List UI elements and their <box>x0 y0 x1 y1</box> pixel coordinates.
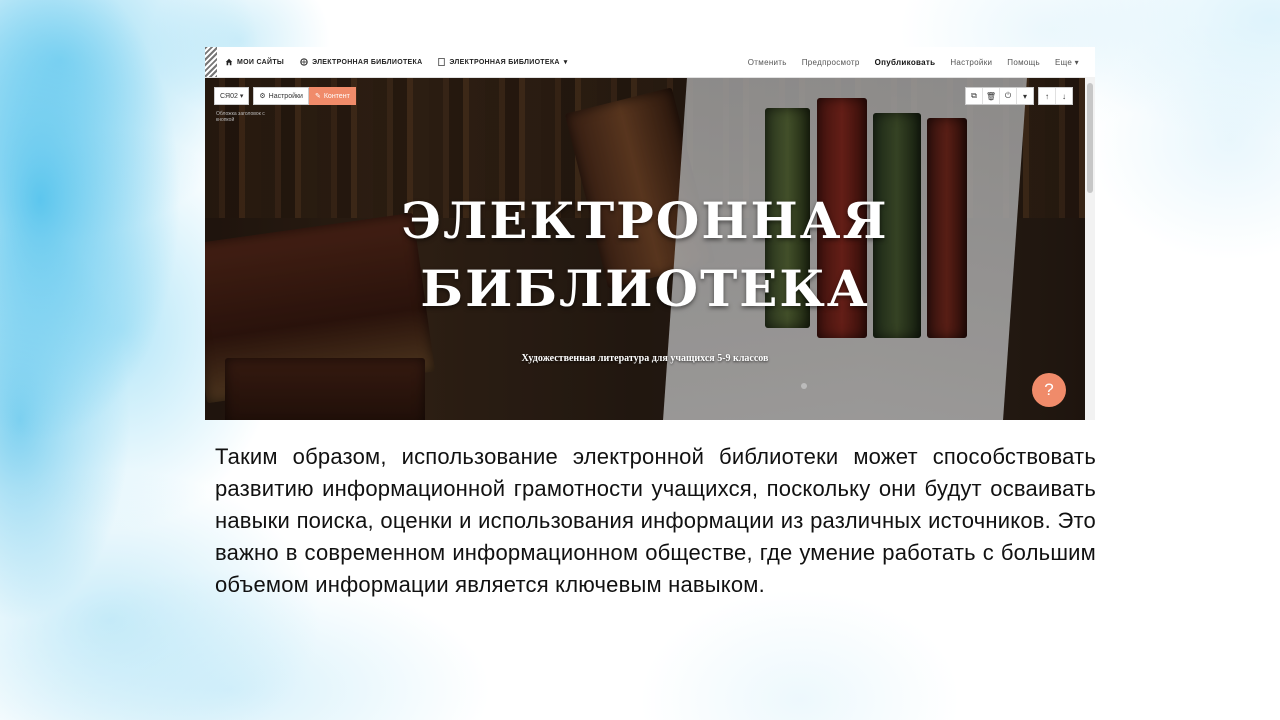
trash-icon[interactable]: 🗑 <box>983 88 1000 104</box>
chevron-down-icon: ▾ <box>563 59 568 66</box>
section-select-dropdown[interactable]: СЯ02 ▾ <box>214 87 250 105</box>
nav-page-label: ЭЛЕКТРОННАЯ БИБЛИОТЕКА <box>449 58 560 66</box>
page-icon <box>438 58 446 66</box>
scrollbar[interactable] <box>1085 77 1095 420</box>
pencil-icon: ✎ <box>314 93 321 100</box>
section-toolbar-group: ⚙ Настройки ✎ Контент <box>253 87 356 105</box>
block-move-group: ↑ ↓ <box>1038 87 1073 105</box>
arrow-up-icon[interactable]: ↑ <box>1039 88 1056 104</box>
arrow-down-icon[interactable]: ↓ <box>1056 88 1072 104</box>
gear-icon: ⚙ <box>259 93 266 100</box>
preview-button[interactable]: Предпросмотр <box>802 58 860 67</box>
slide-indicator-dot[interactable] <box>801 383 807 389</box>
scrollbar-thumb[interactable] <box>1087 83 1093 193</box>
globe-icon <box>300 58 308 66</box>
nav-my-sites[interactable]: МОИ САЙТЫ <box>225 58 284 66</box>
top-actions: Отменить Предпросмотр Опубликовать Настр… <box>748 47 1079 77</box>
settings-button[interactable]: Настройки <box>950 58 992 67</box>
nav-site-label: ЭЛЕКТРОННАЯ БИБЛИОТЕКА <box>312 58 423 66</box>
section-content-button[interactable]: ✎ Контент <box>308 87 356 105</box>
nav-page-dropdown[interactable]: ЭЛЕКТРОННАЯ БИБЛИОТЕКА ▾ <box>438 58 567 66</box>
help-button[interactable]: ? <box>1032 373 1066 407</box>
home-icon <box>225 58 233 66</box>
publish-button[interactable]: Опубликовать <box>875 58 936 67</box>
block-toolbar: ⧉ 🗑 ⏻ ▾ ↑ ↓ <box>965 87 1073 105</box>
body-paragraph: Таким образом, использование электронной… <box>215 444 1096 597</box>
block-actions-group: ⧉ 🗑 ⏻ ▾ <box>965 87 1034 105</box>
section-content-label: Контент <box>323 92 350 100</box>
nav-site[interactable]: ЭЛЕКТРОННАЯ БИБЛИОТЕКА <box>300 58 422 66</box>
top-nav: МОИ САЙТЫ ЭЛЕКТРОННАЯ БИБЛИОТЕКА ЭЛЕКТРО… <box>225 47 568 77</box>
nav-my-sites-label: МОИ САЙТЫ <box>237 58 285 66</box>
cancel-button[interactable]: Отменить <box>748 58 787 67</box>
hero-title-line-2: БИБЛИОТЕКА <box>420 259 870 318</box>
help-link[interactable]: Помощь <box>1007 58 1040 67</box>
chevron-down-icon[interactable]: ▾ <box>1017 88 1033 104</box>
menu-handle-icon[interactable] <box>205 47 217 77</box>
section-note: Обложка заголовок с кнопкой <box>216 111 265 123</box>
hero-subtitle: Художественная литература для учащихся 5… <box>521 353 769 364</box>
section-toolbar: СЯ02 ▾ ⚙ Настройки ✎ Контент <box>214 87 356 105</box>
editor-top-bar: МОИ САЙТЫ ЭЛЕКТРОННАЯ БИБЛИОТЕКА ЭЛЕКТРО… <box>205 47 1095 78</box>
hero-section: ЭЛЕКТРОННАЯ БИБЛИОТЕКА Художественная ли… <box>205 78 1085 420</box>
section-settings-label: Настройки <box>268 92 303 100</box>
editor-screenshot: МОИ САЙТЫ ЭЛЕКТРОННАЯ БИБЛИОТЕКА ЭЛЕКТРО… <box>205 47 1095 420</box>
hero-title-line-1: ЭЛЕКТРОННАЯ <box>401 191 889 250</box>
power-icon[interactable]: ⏻ <box>1000 88 1017 104</box>
copy-icon[interactable]: ⧉ <box>966 88 983 104</box>
section-settings-button[interactable]: ⚙ Настройки <box>253 87 309 105</box>
more-menu-button[interactable]: Еще ▾ <box>1055 58 1079 67</box>
